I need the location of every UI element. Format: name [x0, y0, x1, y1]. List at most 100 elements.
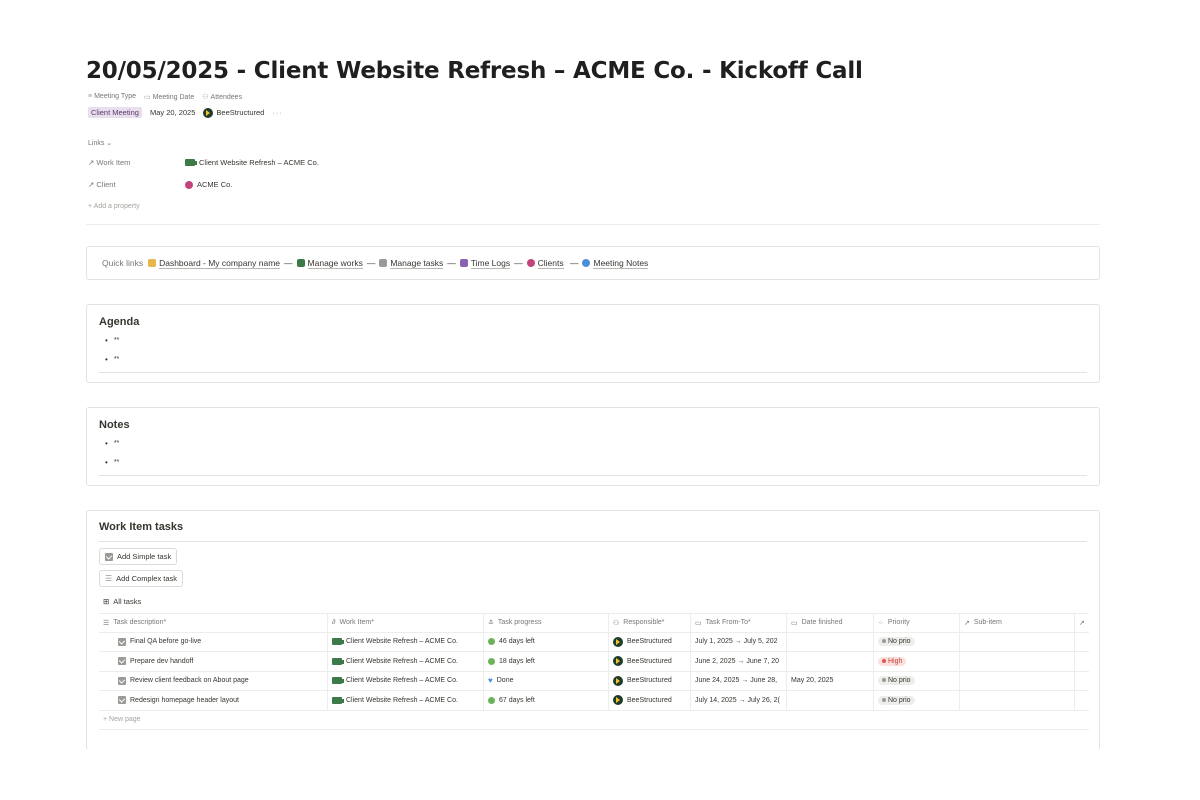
priority-cell[interactable]: No prio	[874, 691, 960, 710]
more-options-icon[interactable]: ···	[272, 108, 283, 117]
work-item-cell[interactable]: Client Website Refresh – ACME Co.	[328, 671, 484, 690]
progress-icon: ≛	[488, 619, 494, 627]
table-row[interactable]: Redesign homepage header layout Client W…	[99, 691, 1089, 711]
progress-cell[interactable]: 67 days left	[484, 691, 609, 710]
meeting-date-value[interactable]: May 20, 2025	[150, 108, 195, 117]
client-link[interactable]: ACME Co.	[185, 180, 232, 189]
progress-cell[interactable]: 18 days left	[484, 652, 609, 671]
progress-cell[interactable]: 46 days left	[484, 632, 609, 651]
date-finished-cell[interactable]	[787, 652, 874, 671]
client-property: ↗ Client ACME Co.	[88, 180, 232, 189]
truck-icon	[332, 677, 344, 685]
agenda-list: ** **	[105, 331, 119, 369]
responsible-cell[interactable]: BeeStructured	[609, 691, 691, 710]
column-header-sub-item[interactable]: ↗ Sub-item	[960, 614, 1075, 632]
add-simple-task-button[interactable]: Add Simple task	[99, 548, 178, 565]
divider	[99, 541, 1087, 542]
meeting-date-header[interactable]: ▭ Meeting Date	[144, 93, 194, 101]
extra-cell[interactable]	[1075, 672, 1089, 691]
from-to-cell[interactable]: July 14, 2025 → July 26, 2(	[691, 691, 787, 710]
meeting-type-tag[interactable]: Client Meeting	[88, 107, 142, 118]
table-row[interactable]: Final QA before go-live Client Website R…	[99, 632, 1089, 652]
work-item-cell[interactable]: Client Website Refresh – ACME Co.	[328, 632, 484, 651]
divider	[99, 372, 1087, 373]
from-to-cell[interactable]: June 2, 2025 → June 7, 20	[691, 652, 787, 671]
quick-link-clients[interactable]: Clients	[537, 258, 564, 269]
priority-cell[interactable]: High	[874, 652, 960, 671]
column-header-priority[interactable]: ⁘ Priority	[874, 614, 960, 632]
task-name-cell[interactable]: Redesign homepage header layout	[99, 691, 328, 710]
add-complex-task-button[interactable]: ☰ Add Complex task	[99, 570, 184, 587]
progress-cell[interactable]: ♥ Done	[484, 671, 609, 690]
progress-dot-icon	[488, 696, 495, 704]
priority-cell[interactable]: No prio	[874, 632, 960, 651]
work-item-cell[interactable]: Client Website Refresh – ACME Co.	[328, 652, 484, 671]
sub-item-cell[interactable]	[960, 691, 1075, 710]
notes-title[interactable]: Notes	[99, 419, 130, 431]
calendar-icon: ▭	[144, 94, 151, 101]
avatar	[613, 695, 623, 706]
date-finished-cell[interactable]	[787, 632, 874, 651]
property-headers: ≡ Meeting Type ▭ Meeting Date ⚇ Attendees	[88, 93, 242, 101]
date-finished-cell[interactable]: May 20, 2025	[787, 671, 874, 690]
attendees-header[interactable]: ⚇ Attendees	[202, 93, 242, 101]
list-icon: ☰	[103, 619, 110, 627]
tasks-icon	[379, 259, 388, 267]
list-item[interactable]: **	[105, 453, 119, 472]
task-name-cell[interactable]: Review client feedback on About page	[99, 671, 328, 690]
priority-cell[interactable]: No prio	[874, 671, 960, 690]
quick-link-dashboard[interactable]: Dashboard - My company name	[159, 258, 281, 269]
column-header-task-description[interactable]: ☰ Task description*	[99, 614, 328, 632]
quick-link-works[interactable]: Manage works	[307, 258, 363, 269]
extra-cell[interactable]	[1075, 691, 1089, 710]
page-title[interactable]: 20/05/2025 - Client Website Refresh – AC…	[86, 58, 863, 84]
avatar	[203, 107, 214, 118]
divider	[86, 224, 1100, 225]
dashboard-icon	[148, 259, 157, 267]
extra-cell[interactable]	[1075, 633, 1089, 652]
work-item-cell[interactable]: Client Website Refresh – ACME Co.	[328, 691, 484, 710]
quick-link-tasks[interactable]: Manage tasks	[390, 258, 444, 269]
table-row[interactable]: Prepare dev handoff Client Website Refre…	[99, 652, 1089, 672]
column-header-work-item[interactable]: ∂ Work Item*	[328, 614, 484, 632]
work-item-link[interactable]: Client Website Refresh – ACME Co.	[185, 158, 319, 167]
task-name-cell[interactable]: Prepare dev handoff	[99, 652, 328, 671]
attendee-chip[interactable]: BeeStructured	[203, 107, 264, 118]
notes-section: Notes ** **	[86, 407, 1100, 486]
new-page-button[interactable]: + New page	[99, 711, 1089, 730]
from-to-cell[interactable]: June 24, 2025 → June 28,	[691, 671, 787, 690]
date-finished-cell[interactable]	[787, 691, 874, 710]
quick-link-time-logs[interactable]: Time Logs	[470, 258, 511, 269]
table-header: ☰ Task description* ∂ Work Item* ≛ Task pro…	[99, 613, 1089, 633]
quick-links-callout: Quick links Dashboard - My company name …	[86, 246, 1100, 280]
view-tab-all-tasks[interactable]: ⊞ All tasks	[103, 597, 141, 606]
add-property-button[interactable]: + Add a property	[88, 203, 140, 210]
column-header-task-from-to[interactable]: ▭ Task From-To*	[691, 614, 787, 632]
extra-cell[interactable]	[1075, 652, 1089, 671]
sub-item-cell[interactable]	[960, 671, 1075, 690]
list-item[interactable]: **	[105, 350, 119, 369]
responsible-cell[interactable]: BeeStructured	[609, 652, 691, 671]
tasks-title[interactable]: Work Item tasks	[99, 521, 183, 533]
truck-icon	[332, 696, 344, 704]
agenda-title[interactable]: Agenda	[99, 316, 139, 328]
links-toggle[interactable]: Links ⌄	[88, 139, 112, 147]
column-header-responsible[interactable]: ⚇ Responsible*	[609, 614, 691, 632]
sub-item-cell[interactable]	[960, 632, 1075, 651]
list-item[interactable]: **	[105, 434, 119, 453]
from-to-cell[interactable]: July 1, 2025 → July 5, 202	[691, 632, 787, 651]
meeting-type-header[interactable]: ≡ Meeting Type	[88, 93, 136, 101]
responsible-cell[interactable]: BeeStructured	[609, 632, 691, 651]
column-header-task-progress[interactable]: ≛ Task progress	[484, 614, 609, 632]
task-name-cell[interactable]: Final QA before go-live	[99, 632, 328, 651]
responsible-cell[interactable]: BeeStructured	[609, 671, 691, 690]
truck-icon	[185, 159, 197, 166]
list-item[interactable]: **	[105, 331, 119, 350]
column-header-date-finished[interactable]: ▭ Date finished	[787, 614, 874, 632]
column-header-more[interactable]: ↗	[1075, 614, 1089, 632]
table-row[interactable]: Review client feedback on About page Cli…	[99, 671, 1089, 691]
people-icon: ⚇	[613, 619, 620, 627]
sub-item-cell[interactable]	[960, 652, 1075, 671]
priority-badge: No prio	[878, 637, 915, 647]
quick-link-meeting-notes[interactable]: Meeting Notes	[593, 258, 649, 269]
